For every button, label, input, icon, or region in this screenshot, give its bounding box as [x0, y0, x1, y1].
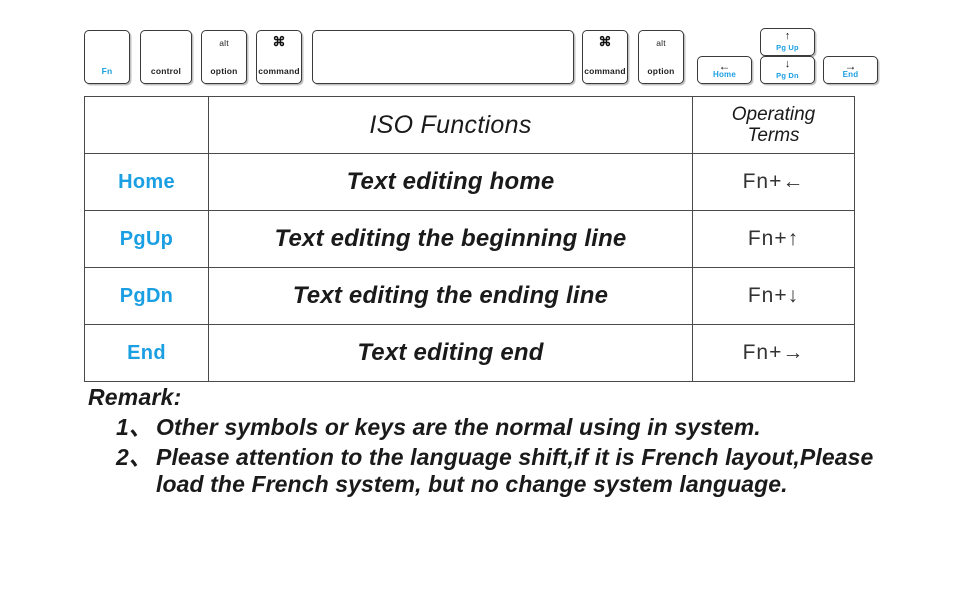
key-arrow-left-home[interactable]: ← Home — [697, 56, 752, 84]
header-operating-terms-line2: Terms — [747, 125, 800, 146]
row-function-home: Text editing home — [208, 153, 693, 211]
key-command-left-label: command — [258, 66, 300, 76]
remark-item-2-text: Please attention to the language shift,i… — [156, 444, 874, 498]
arrow-down-icon: ↓ — [784, 58, 791, 70]
key-alt-option[interactable]: alt option — [201, 30, 247, 84]
row-operation-end: Fn+→ — [692, 324, 855, 382]
row-operation-home: Fn+← — [692, 153, 855, 211]
key-fn-label: Fn — [101, 66, 113, 76]
header-key-column — [84, 96, 209, 154]
remark-item-1-text: Other symbols or keys are the normal usi… — [156, 414, 761, 440]
header-operating-terms: Operating Terms — [692, 96, 855, 154]
key-command-right[interactable]: ⌘ command — [582, 30, 628, 84]
key-spacebar[interactable] — [312, 30, 574, 84]
table-row: PgUp Text editing the beginning line Fn+… — [84, 210, 855, 268]
key-arrow-up-pgup[interactable]: ↑ Pg Up — [760, 28, 815, 56]
remark-section: Remark: 1、 Other symbols or keys are the… — [88, 384, 888, 498]
row-function-end: Text editing end — [208, 324, 693, 382]
command-icon-right: ⌘ — [598, 34, 612, 49]
table-row: PgDn Text editing the ending line Fn+↓ — [84, 267, 855, 325]
key-alt-option-right[interactable]: alt option — [638, 30, 684, 84]
remark-item: 1、 Other symbols or keys are the normal … — [116, 414, 888, 441]
key-arrow-down-pgdn[interactable]: ↓ Pg Dn — [760, 56, 815, 84]
key-control[interactable]: control — [140, 30, 192, 84]
remark-item-1-number: 1、 — [116, 414, 152, 440]
row-function-pgup: Text editing the beginning line — [208, 210, 693, 268]
key-home-label: Home — [712, 70, 737, 79]
remark-title: Remark: — [88, 384, 182, 410]
row-operation-pgdn: Fn+↓ — [692, 267, 855, 325]
row-function-pgdn: Text editing the ending line — [208, 267, 693, 325]
row-key-pgdn: PgDn — [84, 267, 209, 325]
iso-functions-table: ISO Functions Operating Terms Home Text … — [84, 96, 855, 382]
key-end-label: End — [842, 70, 859, 79]
key-alt-right-label: alt — [656, 38, 666, 48]
table-row: End Text editing end Fn+→ — [84, 324, 855, 382]
remark-item: 2、 Please attention to the language shif… — [116, 444, 888, 498]
key-pgdn-label: Pg Dn — [776, 71, 799, 80]
key-fn[interactable]: Fn — [84, 30, 130, 84]
key-pgup-label: Pg Up — [776, 43, 799, 52]
key-control-label: control — [150, 66, 182, 76]
key-option-right-label: option — [647, 66, 675, 76]
row-operation-pgup: Fn+↑ — [692, 210, 855, 268]
row-key-end: End — [84, 324, 209, 382]
key-alt-label: alt — [219, 38, 229, 48]
key-command-left[interactable]: ⌘ command — [256, 30, 302, 84]
key-option-label: option — [210, 66, 238, 76]
header-iso-functions: ISO Functions — [208, 96, 693, 154]
key-arrow-right-end[interactable]: → End — [823, 56, 878, 84]
key-command-right-label: command — [584, 66, 626, 76]
table-header-row: ISO Functions Operating Terms — [84, 96, 855, 154]
keyboard-key-strip: Fn control alt option ⌘ command ⌘ comman… — [84, 26, 878, 88]
header-operating-terms-line1: Operating — [731, 103, 816, 125]
command-icon: ⌘ — [272, 34, 286, 49]
remark-item-2-number: 2、 — [116, 444, 152, 471]
row-key-home: Home — [84, 153, 209, 211]
table-row: Home Text editing home Fn+← — [84, 153, 855, 211]
arrow-up-icon: ↑ — [784, 30, 791, 42]
row-key-pgup: PgUp — [84, 210, 209, 268]
